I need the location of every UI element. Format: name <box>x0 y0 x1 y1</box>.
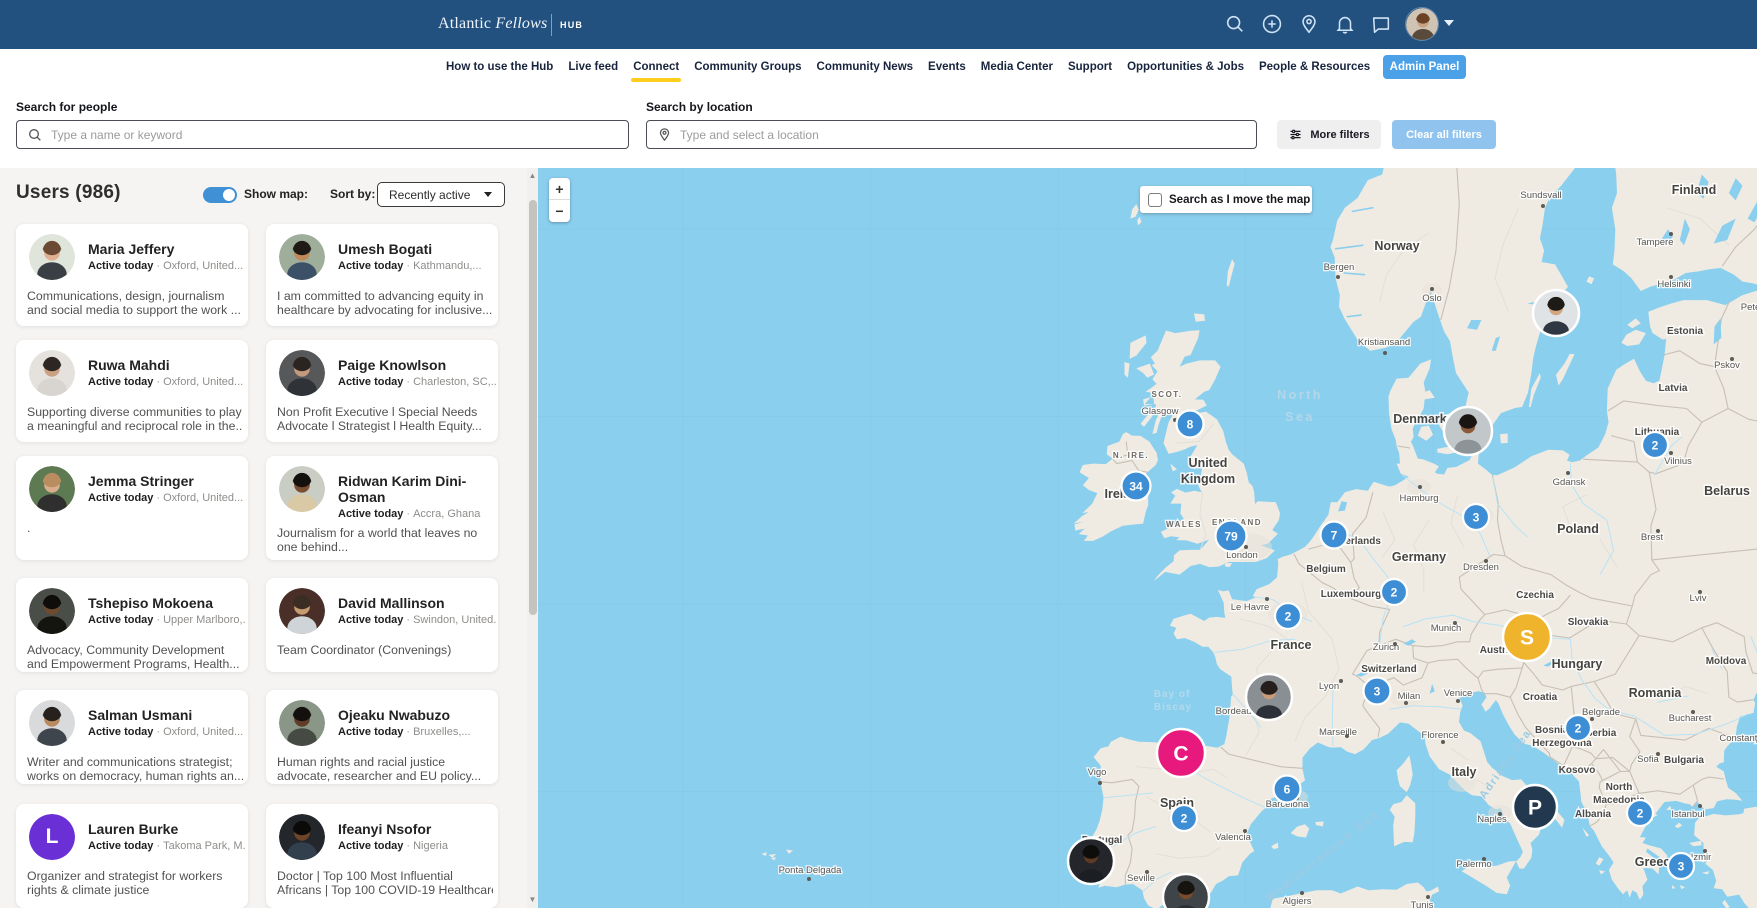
svg-text:Czechia: Czechia <box>1516 590 1554 601</box>
svg-text:Milan: Milan <box>1398 691 1421 702</box>
svg-text:Florence: Florence <box>1422 730 1459 741</box>
svg-text:Norway: Norway <box>1374 239 1419 253</box>
svg-text:7: 7 <box>1331 528 1338 542</box>
svg-text:Helsinki: Helsinki <box>1657 279 1690 290</box>
svg-text:Tampere: Tampere <box>1637 237 1674 248</box>
svg-text:Sofia: Sofia <box>1637 754 1659 765</box>
svg-text:Luxembourg: Luxembourg <box>1321 589 1382 600</box>
svg-text:Bay of: Bay of <box>1154 689 1191 700</box>
svg-text:Constanța: Constanța <box>1719 733 1757 744</box>
svg-text:Belarus: Belarus <box>1704 484 1750 498</box>
svg-text:Pskov: Pskov <box>1714 360 1740 371</box>
svg-text:France: France <box>1271 638 1312 652</box>
svg-text:34: 34 <box>1129 479 1143 493</box>
svg-text:3: 3 <box>1678 859 1685 873</box>
svg-text:Kosovo: Kosovo <box>1559 765 1596 776</box>
svg-text:Belgium: Belgium <box>1306 564 1346 575</box>
svg-text:Denmark: Denmark <box>1393 412 1447 426</box>
svg-text:Gdansk: Gdansk <box>1553 477 1586 488</box>
svg-text:Seville: Seville <box>1127 873 1155 884</box>
svg-text:Hungary: Hungary <box>1552 657 1603 671</box>
svg-text:Oslo: Oslo <box>1422 293 1442 304</box>
svg-text:2: 2 <box>1575 721 1582 735</box>
svg-text:Poland: Poland <box>1557 522 1599 536</box>
svg-text:C: C <box>1173 743 1188 766</box>
svg-text:3: 3 <box>1374 684 1381 698</box>
svg-text:Moldova: Moldova <box>1706 656 1747 667</box>
svg-text:Croatia: Croatia <box>1523 692 1558 703</box>
svg-text:Sea: Sea <box>1285 410 1315 424</box>
svg-text:Brest: Brest <box>1641 532 1664 543</box>
svg-text:2: 2 <box>1637 806 1644 820</box>
svg-text:Kristiansand: Kristiansand <box>1358 337 1410 348</box>
svg-text:Petersburg: Petersburg <box>1741 302 1757 313</box>
svg-text:Algiers: Algiers <box>1282 896 1311 907</box>
svg-text:2: 2 <box>1652 438 1659 452</box>
svg-text:Belgrade: Belgrade <box>1582 707 1620 718</box>
svg-text:Palermo: Palermo <box>1456 859 1491 870</box>
svg-text:Bergen: Bergen <box>1324 262 1355 273</box>
svg-text:Tunis: Tunis <box>1411 900 1434 908</box>
svg-text:North: North <box>1606 782 1633 793</box>
svg-text:2: 2 <box>1391 585 1398 599</box>
svg-text:Munich: Munich <box>1431 623 1462 634</box>
svg-text:Lyon: Lyon <box>1319 681 1339 692</box>
svg-text:6: 6 <box>1284 782 1291 796</box>
svg-text:3: 3 <box>1473 510 1480 524</box>
svg-text:Valencia: Valencia <box>1215 832 1251 843</box>
svg-text:Slovakia: Slovakia <box>1568 617 1609 628</box>
svg-text:Finland: Finland <box>1672 183 1716 197</box>
svg-text:Biscay: Biscay <box>1154 702 1192 713</box>
svg-text:Lviv: Lviv <box>1690 593 1707 604</box>
svg-text:Sundsvall: Sundsvall <box>1520 190 1561 201</box>
svg-text:Le Havre: Le Havre <box>1231 602 1270 613</box>
svg-text:N. IRE.: N. IRE. <box>1113 451 1149 460</box>
svg-text:Glasgow: Glasgow <box>1142 406 1179 417</box>
svg-text:Dresden: Dresden <box>1463 562 1499 573</box>
svg-text:United: United <box>1189 456 1228 470</box>
svg-text:Switzerland: Switzerland <box>1361 664 1417 675</box>
svg-text:Istanbul: Istanbul <box>1671 809 1704 820</box>
svg-text:Latvia: Latvia <box>1659 383 1688 394</box>
svg-text:Venice: Venice <box>1444 688 1473 699</box>
svg-text:Hamburg: Hamburg <box>1399 493 1438 504</box>
svg-text:S: S <box>1520 627 1534 650</box>
svg-text:Ponta Delgada: Ponta Delgada <box>779 865 843 876</box>
svg-text:Estonia: Estonia <box>1667 326 1704 337</box>
svg-text:Italy: Italy <box>1451 765 1476 779</box>
svg-text:North: North <box>1277 388 1323 402</box>
svg-text:SCOT.: SCOT. <box>1151 390 1182 399</box>
svg-text:Germany: Germany <box>1392 550 1446 564</box>
svg-text:Vigo: Vigo <box>1088 767 1107 778</box>
svg-text:Bucharest: Bucharest <box>1669 713 1712 724</box>
svg-text:Bulgaria: Bulgaria <box>1664 755 1704 766</box>
svg-text:Albania: Albania <box>1575 809 1612 820</box>
svg-text:Kingdom: Kingdom <box>1181 472 1235 486</box>
svg-text:P: P <box>1528 797 1542 820</box>
svg-text:Marseille: Marseille <box>1319 727 1357 738</box>
svg-text:79: 79 <box>1224 529 1238 543</box>
svg-text:Vilnius: Vilnius <box>1664 456 1692 467</box>
svg-text:2: 2 <box>1181 811 1188 825</box>
svg-text:WALES: WALES <box>1166 520 1202 529</box>
svg-text:Romania: Romania <box>1629 686 1683 700</box>
svg-text:2: 2 <box>1285 609 1292 623</box>
svg-text:Naples: Naples <box>1477 814 1507 825</box>
svg-text:8: 8 <box>1187 417 1194 431</box>
